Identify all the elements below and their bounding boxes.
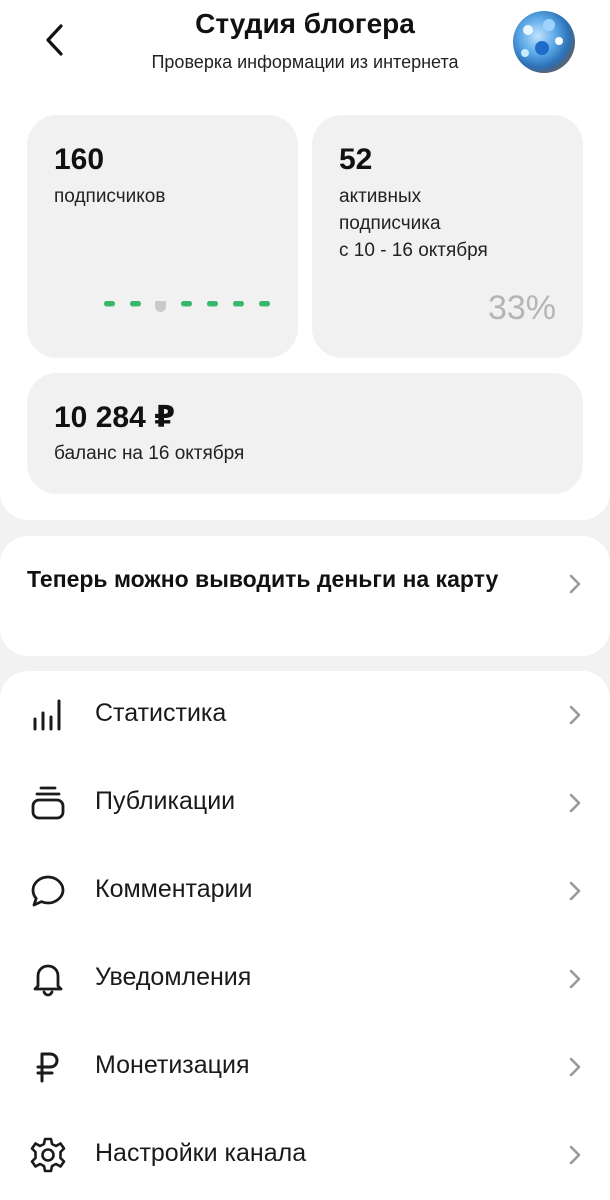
chevron-right-icon [569, 574, 581, 594]
menu-item-monetization[interactable]: Монетизация [0, 1023, 610, 1111]
chevron-right-icon [569, 969, 581, 989]
subscribers-label: подписчиков [54, 186, 166, 207]
page-title: Студия блогера [195, 8, 415, 39]
active-label-line2: подписчика [339, 213, 441, 234]
menu-label-statistics: Статистика [95, 699, 227, 727]
sparkline-dash-current [155, 301, 166, 312]
comment-bubble-icon [28, 871, 68, 911]
sparkline-dash [130, 301, 141, 306]
bell-icon [28, 959, 68, 999]
balance-card[interactable]: 10 284 ₽ баланс на 16 октября [27, 373, 583, 494]
sparkline-dash [207, 301, 218, 306]
balance-amount: 10 284 ₽ [54, 401, 175, 434]
chevron-right-icon [569, 705, 581, 725]
menu-label-notifications: Уведомления [95, 963, 252, 991]
menu-item-channel-settings[interactable]: Настройки канала [0, 1111, 610, 1199]
chevron-right-icon [569, 881, 581, 901]
chevron-right-icon [569, 793, 581, 813]
active-subscribers-card[interactable]: 52 активных подписчика с 10 - 16 октября… [312, 115, 583, 358]
active-period: с 10 - 16 октября [339, 240, 488, 261]
top-panel: Студия блогера Проверка информации из ин… [0, 0, 610, 520]
chevron-right-icon [569, 1145, 581, 1165]
chart-bars-icon [28, 695, 68, 735]
balance-label: баланс на 16 октября [54, 443, 245, 464]
back-button[interactable] [30, 16, 78, 64]
sparkline-dash [259, 301, 270, 306]
menu-label-comments: Комментарии [95, 875, 253, 903]
subscribers-sparkline [104, 299, 274, 315]
publications-stack-icon [28, 783, 68, 823]
header: Студия блогера Проверка информации из ин… [0, 0, 610, 100]
subscribers-card[interactable]: 160 подписчиков [27, 115, 298, 358]
chevron-right-icon [569, 1057, 581, 1077]
sparkline-dash [181, 301, 192, 306]
menu-item-comments[interactable]: Комментарии [0, 847, 610, 935]
gear-icon [28, 1135, 68, 1175]
menu-label-monetization: Монетизация [95, 1051, 250, 1079]
menu-label-publications: Публикации [95, 787, 236, 815]
chevron-left-icon [46, 24, 63, 56]
sparkline-dash [104, 301, 115, 306]
avatar[interactable] [513, 11, 575, 73]
menu-label-channel-settings: Настройки канала [95, 1139, 307, 1167]
active-count: 52 [339, 143, 373, 176]
promo-text: Теперь можно выводить деньги на карту [27, 566, 499, 592]
studio-menu: Статистика Публикации Комментарии Уведом… [0, 671, 610, 1200]
menu-item-notifications[interactable]: Уведомления [0, 935, 610, 1023]
active-label-line1: активных [339, 186, 422, 207]
active-percent: 33% [487, 289, 556, 327]
ruble-icon [28, 1047, 68, 1087]
sparkline-dash [233, 301, 244, 306]
menu-item-statistics[interactable]: Статистика [0, 671, 610, 759]
menu-item-publications[interactable]: Публикации [0, 759, 610, 847]
subscribers-count: 160 [54, 143, 105, 176]
page-subtitle: Проверка информации из интернета [151, 52, 459, 72]
withdraw-promo-banner[interactable]: Теперь можно выводить деньги на карту [0, 536, 610, 656]
